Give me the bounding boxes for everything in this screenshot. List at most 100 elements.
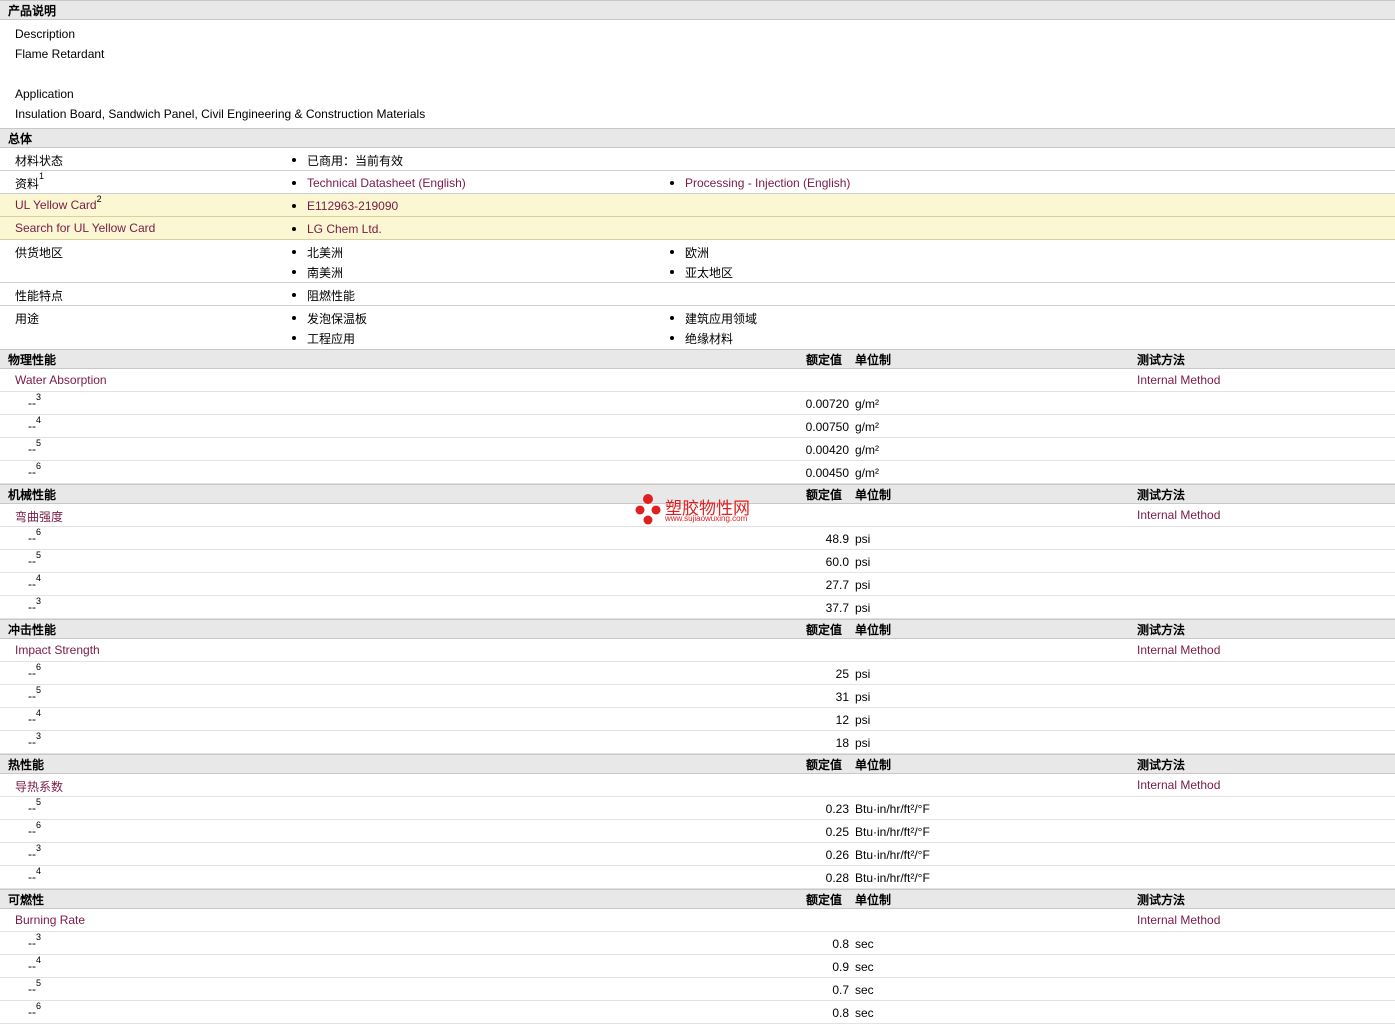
- condition-marker: --3: [28, 596, 42, 614]
- header-method: 测试方法: [1137, 353, 1186, 367]
- property-value-row: --5 31 psi: [0, 685, 1395, 708]
- condition-marker: --4: [28, 708, 42, 726]
- property-value-row: --3 0.26 Btu·in/hr/ft²/°F: [0, 843, 1395, 866]
- property-method[interactable]: Internal Method: [1137, 643, 1220, 657]
- property-unit: sec: [855, 937, 874, 951]
- property-value-row: --5 0.23 Btu·in/hr/ft²/°F: [0, 797, 1395, 820]
- application-text: Insulation Board, Sandwich Panel, Civil …: [15, 107, 426, 121]
- property-value: 27.7: [825, 578, 849, 592]
- property-value-row: --4 0.00750 g/m²: [0, 415, 1395, 438]
- bullet-icon: [670, 336, 674, 340]
- docs-label: 资料: [15, 177, 40, 191]
- header-unit: 单位制: [855, 353, 892, 367]
- property-name[interactable]: Burning Rate: [15, 913, 85, 927]
- section-header-flammability: 可燃性 额定值 单位制 测试方法: [0, 889, 1395, 909]
- row-features: 性能特点 阻燃性能: [0, 283, 1395, 306]
- condition-marker: --3: [28, 932, 42, 950]
- description-block: Description Flame Retardant Application …: [0, 20, 1395, 128]
- property-unit: g/m²: [855, 466, 879, 480]
- property-unit: Btu·in/hr/ft²/°F: [855, 848, 930, 862]
- property-row: Burning Rate Internal Method: [0, 909, 1395, 932]
- bullet-icon: [292, 293, 296, 297]
- row-documents: 资料1 Technical Datasheet (English) Proces…: [0, 171, 1395, 194]
- condition-marker: --5: [28, 797, 42, 815]
- property-unit: psi: [855, 690, 871, 704]
- property-value-row: --6 0.25 Btu·in/hr/ft²/°F: [0, 820, 1395, 843]
- region-item: 南美洲: [307, 265, 344, 280]
- application-label: Application: [15, 87, 74, 101]
- description-text: Flame Retardant: [15, 47, 105, 61]
- property-value-row: --5 60.0 psi: [0, 550, 1395, 573]
- header-value: 额定值: [806, 758, 843, 772]
- feature-value: 阻燃性能: [307, 288, 356, 303]
- row-uses: 用途 发泡保温板 工程应用 建筑应用领域 绝缘材料: [0, 306, 1395, 349]
- property-method[interactable]: Internal Method: [1137, 373, 1220, 387]
- feature-label: 性能特点: [15, 289, 64, 303]
- property-unit: g/m²: [855, 397, 879, 411]
- bullet-icon: [292, 158, 296, 162]
- property-value-row: --4 0.28 Btu·in/hr/ft²/°F: [0, 866, 1395, 889]
- doc-link-technical-datasheet[interactable]: Technical Datasheet (English): [307, 176, 466, 190]
- property-value: 0.7: [832, 983, 849, 997]
- property-value-row: --5 0.7 sec: [0, 978, 1395, 1001]
- property-name[interactable]: Water Absorption: [15, 373, 107, 387]
- header-value: 额定值: [806, 353, 843, 367]
- condition-marker: --4: [28, 573, 42, 591]
- property-unit: psi: [855, 601, 871, 615]
- property-value: 0.8: [832, 937, 849, 951]
- bullet-icon: [292, 316, 296, 320]
- property-unit: Btu·in/hr/ft²/°F: [855, 802, 930, 816]
- property-value-row: --3 37.7 psi: [0, 596, 1395, 619]
- property-method[interactable]: Internal Method: [1137, 508, 1220, 522]
- bullet-icon: [670, 270, 674, 274]
- property-method[interactable]: Internal Method: [1137, 778, 1220, 792]
- bullet-icon: [292, 250, 296, 254]
- doc-link-processing-injection[interactable]: Processing - Injection (English): [685, 176, 850, 190]
- property-value-row: --6 0.8 sec: [0, 1001, 1395, 1024]
- header-method: 测试方法: [1137, 758, 1186, 772]
- property-row: 弯曲强度 Internal Method: [0, 504, 1395, 527]
- use-label: 用途: [15, 312, 40, 326]
- bullet-icon: [292, 204, 296, 208]
- property-value-row: --3 0.8 sec: [0, 932, 1395, 955]
- property-unit: g/m²: [855, 443, 879, 457]
- search-ul-label: Search for UL Yellow Card: [15, 221, 156, 235]
- property-value: 0.9: [832, 960, 849, 974]
- use-item: 绝缘材料: [685, 331, 734, 346]
- header-method: 测试方法: [1137, 488, 1186, 502]
- property-name[interactable]: 导热系数: [15, 778, 63, 795]
- bullet-icon: [292, 227, 296, 231]
- condition-marker: --4: [28, 866, 42, 884]
- property-value: 12: [835, 713, 849, 727]
- use-item: 工程应用: [307, 331, 356, 346]
- condition-marker: --5: [28, 438, 42, 456]
- docs-footnote: 1: [39, 171, 45, 181]
- row-material-status: 材料状态 已商用：当前有效: [0, 148, 1395, 171]
- property-value: 48.9: [825, 532, 849, 546]
- condition-marker: --5: [28, 978, 42, 996]
- header-unit: 单位制: [855, 893, 892, 907]
- search-ul-link[interactable]: LG Chem Ltd.: [307, 222, 382, 236]
- property-value: 0.00750: [805, 420, 849, 434]
- property-method[interactable]: Internal Method: [1137, 913, 1220, 927]
- property-unit: Btu·in/hr/ft²/°F: [855, 871, 930, 885]
- property-value: 31: [835, 690, 849, 704]
- section-header-general: 总体: [0, 128, 1395, 148]
- region-item: 欧洲: [685, 245, 710, 260]
- use-item: 建筑应用领域: [685, 311, 758, 326]
- property-value-row: --4 27.7 psi: [0, 573, 1395, 596]
- header-unit: 单位制: [855, 623, 892, 637]
- region-item: 北美洲: [307, 245, 344, 260]
- property-name[interactable]: Impact Strength: [15, 643, 100, 657]
- ul-card-link[interactable]: E112963-219090: [307, 199, 398, 213]
- section-header-physical: 物理性能 额定值 单位制 测试方法: [0, 349, 1395, 369]
- row-ul-yellow-card: UL Yellow Card2 E112963-219090: [0, 194, 1395, 217]
- condition-marker: --6: [28, 662, 42, 680]
- property-row: Impact Strength Internal Method: [0, 639, 1395, 662]
- property-value-row: --4 12 psi: [0, 708, 1395, 731]
- property-value: 25: [835, 667, 849, 681]
- condition-marker: --5: [28, 685, 42, 703]
- bullet-icon: [670, 316, 674, 320]
- property-unit: psi: [855, 555, 871, 569]
- property-name[interactable]: 弯曲强度: [15, 508, 63, 525]
